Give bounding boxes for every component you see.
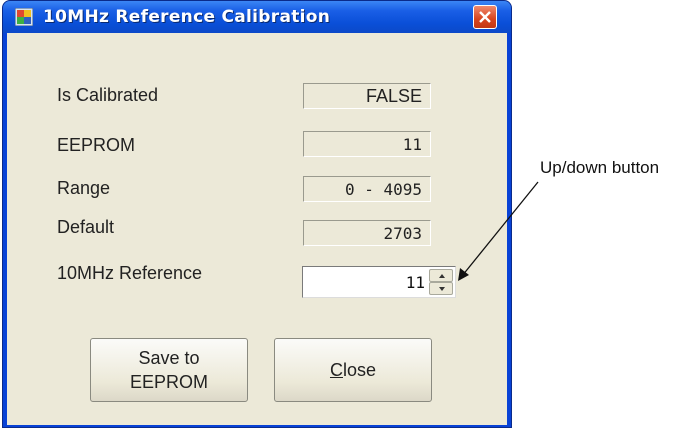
title-bar[interactable]: 10MHz Reference Calibration: [3, 1, 511, 33]
dialog-body: Is Calibrated FALSE EEPROM 11 Range 0 - …: [7, 33, 507, 425]
annotation-label: Up/down button: [540, 158, 660, 177]
chevron-up-icon: [439, 274, 445, 278]
save-to-eeprom-button[interactable]: Save to EEPROM: [90, 338, 248, 402]
range-label: Range: [57, 178, 111, 198]
chevron-down-icon: [439, 287, 445, 291]
save-button-label: Save to EEPROM: [130, 346, 208, 394]
is-calibrated-label: Is Calibrated: [57, 85, 159, 105]
reference-input[interactable]: 11: [406, 273, 425, 292]
window-close-button[interactable]: [473, 5, 497, 29]
save-button-line1: Save to: [138, 348, 200, 368]
spin-down-button[interactable]: [429, 282, 453, 295]
reference-spinner[interactable]: 11: [302, 266, 456, 298]
default-value: 2703: [303, 220, 431, 246]
close-button-label: Close: [329, 360, 377, 380]
range-value: 0 - 4095: [303, 176, 431, 202]
window-title: 10MHz Reference Calibration: [43, 7, 331, 27]
close-icon: [479, 11, 491, 23]
eeprom-value: 11: [303, 131, 431, 157]
calibration-dialog: 10MHz Reference Calibration Is Calibrate…: [2, 0, 512, 428]
is-calibrated-value: FALSE: [303, 83, 431, 109]
calibration-app-icon: [15, 8, 33, 26]
close-button[interactable]: Close: [274, 338, 432, 402]
save-button-line2: EEPROM: [129, 372, 208, 392]
eeprom-label: EEPROM: [57, 135, 136, 155]
spin-up-button[interactable]: [429, 269, 453, 282]
reference-label: 10MHz Reference: [57, 263, 203, 283]
default-label: Default: [57, 217, 115, 237]
